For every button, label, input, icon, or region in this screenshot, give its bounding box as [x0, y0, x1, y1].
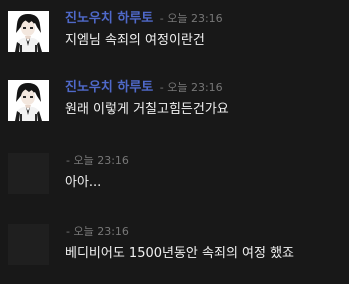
message-timestamp: - 오늘 23:16 [66, 225, 129, 238]
anime-character-avatar-icon[interactable] [8, 11, 49, 52]
message-text: 아아... [65, 175, 102, 190]
message-timestamp: - 오늘 23:16 [66, 154, 129, 167]
anime-character-avatar-icon[interactable] [8, 80, 49, 121]
message-author[interactable]: 진노우치 하루토 [65, 80, 153, 95]
message-text: 지엠님 속죄의 여정이란건 [65, 33, 205, 48]
avatar-placeholder-icon[interactable] [8, 153, 49, 194]
message-text: 베디비어도 1500년동안 속죄의 여정 했죠 [65, 246, 295, 261]
chat-message: - 오늘 23:16 아아... [0, 153, 349, 213]
message-header: 진노우치 하루토 - 오늘 23:16 [65, 81, 223, 95]
message-header: - 오늘 23:16 [66, 225, 129, 239]
chat-log: 진노우치 하루토 - 오늘 23:16 지엠님 속죄의 여정이란건 진노우치 하… [0, 0, 349, 277]
message-text: 원래 이렇게 거칠고힘든건가요 [65, 102, 229, 117]
message-header: - 오늘 23:16 [66, 154, 129, 168]
chat-message: 진노우치 하루토 - 오늘 23:16 원래 이렇게 거칠고힘든건가요 [0, 80, 349, 140]
chat-message: - 오늘 23:16 베디비어도 1500년동안 속죄의 여정 했죠 [0, 224, 349, 284]
message-author[interactable]: 진노우치 하루토 [65, 11, 153, 26]
avatar-placeholder-icon[interactable] [8, 224, 49, 265]
message-timestamp: - 오늘 23:16 [159, 12, 223, 25]
message-header: 진노우치 하루토 - 오늘 23:16 [65, 12, 223, 26]
message-timestamp: - 오늘 23:16 [159, 81, 223, 94]
chat-message: 진노우치 하루토 - 오늘 23:16 지엠님 속죄의 여정이란건 [0, 11, 349, 71]
